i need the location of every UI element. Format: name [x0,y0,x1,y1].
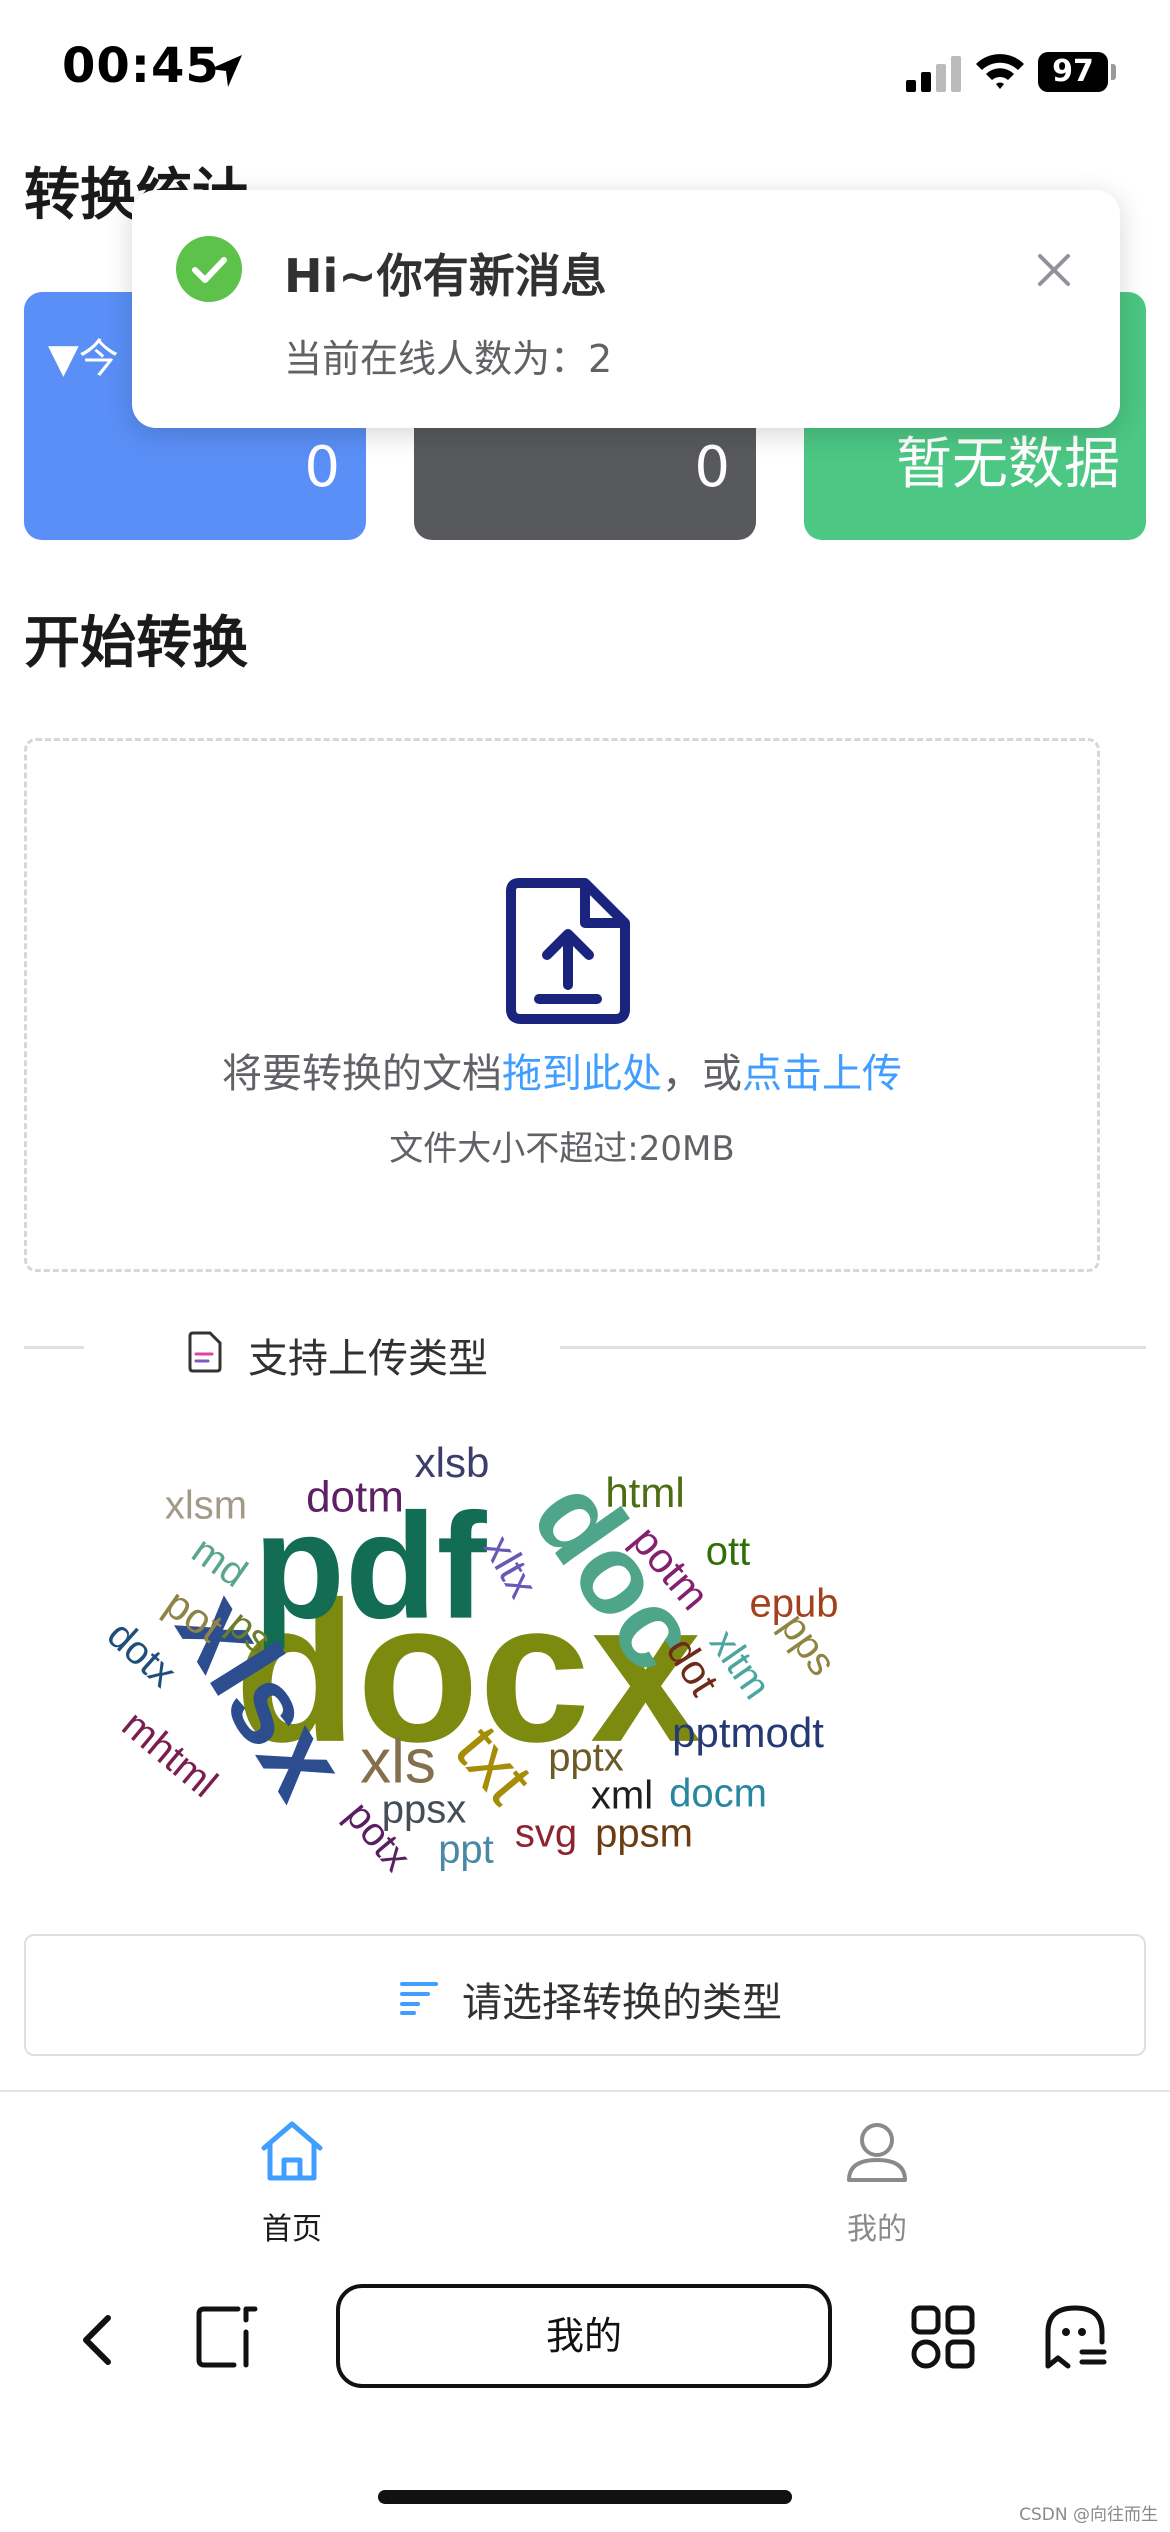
word-cloud-item-svg: svg [515,1812,577,1856]
stat-card-value: 0 [694,435,730,500]
success-check-icon [176,236,242,302]
select-conversion-type-button[interactable]: 请选择转换的类型 [24,1934,1146,2056]
notification-title: Hi~你有新消息 [284,249,607,303]
watermark: CSDN @向往而生 [1019,2505,1158,2525]
tab-mine[interactable]: 我的 [747,2118,1007,2258]
ghost-menu-icon[interactable] [1042,2302,1108,2372]
notification-toast: Hi~你有新消息 当前在线人数为：2 [132,190,1120,428]
word-cloud-item-docm: docm [669,1772,767,1816]
word-cloud-item-ott: ott [706,1530,750,1574]
close-icon[interactable] [1030,246,1078,294]
notification-body: 当前在线人数为：2 [284,337,613,381]
back-icon[interactable] [78,2312,118,2368]
user-icon [847,2123,907,2182]
document-icon [188,1331,222,1373]
status-bar: 00:45 97 [0,0,1170,150]
stat-card-value: 0 [304,435,340,500]
stat-card-value: 暂无数据 [896,432,1120,497]
cellular-signal-icon [906,56,961,92]
list-filter-icon [400,1982,438,2015]
tab-home-label: 首页 [262,2212,322,2247]
word-cloud-item-xlsb: xlsb [415,1439,490,1486]
file-upload-icon [506,878,630,1024]
word-cloud-item-xls: xls [360,1727,436,1796]
word-cloud-item-dotm: dotm [306,1473,404,1522]
location-arrow-icon [210,55,242,87]
battery-indicator: 97 [1038,52,1108,92]
file-type-word-cloud: docxpdfxlsx doctxtxlsdotmxlsbhtmlxlsmmdpo… [99,1439,845,1879]
word-cloud-item-ppt: ppt [438,1828,494,1872]
convert-title: 开始转换 [24,611,248,676]
word-cloud-item-ppsm: ppsm [595,1812,693,1856]
status-time: 00:45 [62,38,220,94]
word-cloud-item-pptmodt: pptmodt [672,1709,824,1756]
drag-here-link[interactable]: 拖到此处 [502,1051,662,1097]
bottom-tab-bar: 首页 我的 [0,2090,1170,2278]
select-conversion-type-label: 请选择转换的类型 [462,1980,782,2026]
stat-card-label: ▼今 [48,336,119,382]
address-bar[interactable]: 我的 [336,2284,832,2388]
upload-text-prefix: 将要转换的文档 [222,1051,502,1097]
upload-text-separator: ，或 [662,1051,742,1097]
grid-apps-icon[interactable] [910,2304,976,2370]
file-size-hint: 文件大小不超过:20MB [389,1129,735,1169]
click-upload-link[interactable]: 点击上传 [742,1051,902,1097]
browser-toolbar: 我的 [0,2276,1170,2532]
home-icon [261,2121,323,2181]
upload-instruction: 将要转换的文档拖到此处，或点击上传 [27,1041,1097,1099]
home-indicator [378,2490,792,2504]
word-cloud-item-html: html [605,1469,684,1516]
wifi-icon [976,54,1024,89]
supported-types-title: 支持上传类型 [248,1336,488,1382]
divider-line-left [24,1346,84,1349]
tab-mine-label: 我的 [847,2212,907,2247]
upload-dropzone[interactable]: 将要转换的文档拖到此处，或点击上传 文件大小不超过:20MB [24,738,1100,1272]
tab-home[interactable]: 首页 [162,2118,422,2258]
divider-line-right [560,1346,1146,1349]
battery-nub [1111,64,1116,80]
tabs-icon[interactable] [194,2304,260,2370]
app-screen: 00:45 97 转换统计 ▼今 0 0 暂无数据 Hi~你有新消息 当前在线人… [0,0,1170,2532]
word-cloud-item-xlsm: xlsm [165,1484,247,1528]
